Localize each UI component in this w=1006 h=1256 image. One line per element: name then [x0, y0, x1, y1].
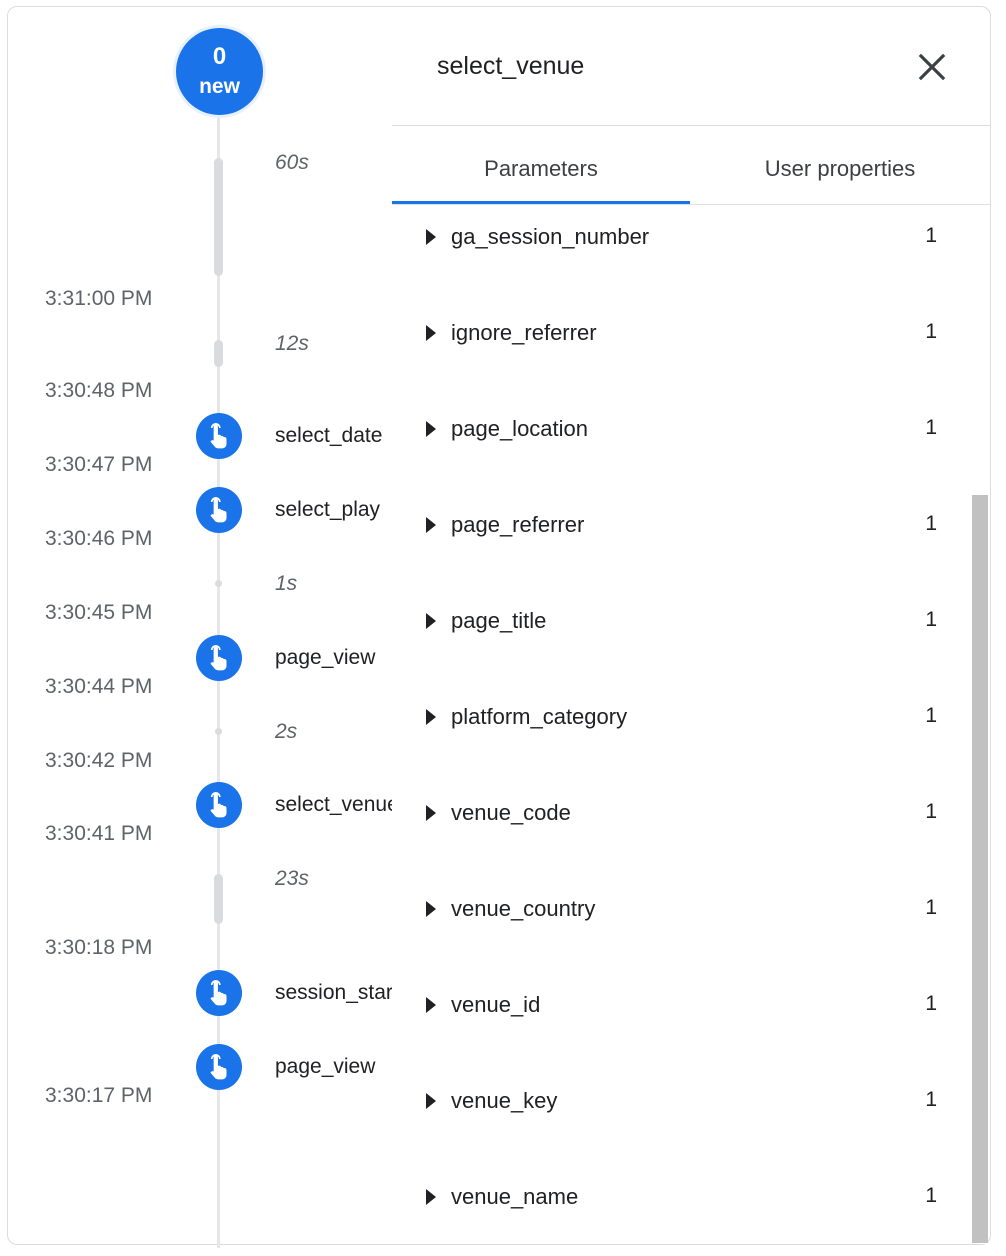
tabs-divider	[392, 204, 990, 205]
gap-duration: 12s	[275, 332, 309, 355]
new-events-indicator[interactable]: 0 new	[176, 28, 263, 115]
expand-arrow-icon[interactable]	[426, 421, 436, 437]
expand-arrow-icon[interactable]	[426, 1093, 436, 1109]
timestamp: 3:30:46 PM	[45, 527, 153, 550]
parameter-name: venue_id	[451, 992, 541, 1017]
timestamp: 3:30:17 PM	[45, 1084, 153, 1107]
parameter-name: venue_code	[451, 800, 571, 825]
parameter-row[interactable]: ga_session_number 1	[392, 219, 967, 259]
event-timeline[interactable]: 0 new 3:31:00 PM 3:30:48 PM 3:30:47 PM 3…	[0, 0, 392, 1256]
parameter-name: page_location	[451, 416, 589, 441]
parameter-row[interactable]: page_location 1	[392, 411, 967, 451]
timeline-gap-dot	[215, 728, 222, 735]
expand-arrow-icon[interactable]	[426, 613, 436, 629]
close-icon[interactable]	[913, 48, 951, 86]
parameter-row[interactable]: platform_category 1	[392, 699, 967, 739]
timeline-gap-bar	[214, 874, 223, 924]
gap-duration: 60s	[275, 151, 309, 174]
parameter-name: page_title	[451, 608, 547, 633]
expand-arrow-icon[interactable]	[426, 325, 436, 341]
parameter-name: venue_key	[451, 1088, 558, 1113]
scrollbar-thumb[interactable]	[972, 495, 988, 1243]
parameter-count: 1	[925, 416, 937, 439]
touch-app-icon[interactable]	[196, 782, 242, 828]
tab-user-properties[interactable]: User properties	[690, 156, 990, 182]
touch-app-icon[interactable]	[196, 413, 242, 459]
parameter-count: 1	[925, 608, 937, 631]
parameter-count: 1	[925, 512, 937, 535]
touch-app-icon[interactable]	[196, 635, 242, 681]
parameter-count: 1	[925, 1184, 937, 1207]
event-name[interactable]: session_start	[275, 981, 392, 1005]
event-name[interactable]: page_view	[275, 1055, 392, 1079]
parameter-count: 1	[925, 992, 937, 1015]
event-name[interactable]: select_play	[275, 498, 392, 522]
timestamp: 3:30:48 PM	[45, 379, 153, 402]
expand-arrow-icon[interactable]	[426, 1189, 436, 1205]
expand-arrow-icon[interactable]	[426, 805, 436, 821]
expand-arrow-icon[interactable]	[426, 517, 436, 533]
parameter-count: 1	[925, 704, 937, 727]
parameter-row[interactable]: venue_key 1	[392, 1083, 967, 1123]
touch-app-icon[interactable]	[196, 970, 242, 1016]
expand-arrow-icon[interactable]	[426, 709, 436, 725]
parameter-name: venue_country	[451, 896, 596, 921]
parameter-row[interactable]: venue_country 1	[392, 891, 967, 931]
parameter-count: 1	[925, 896, 937, 919]
expand-arrow-icon[interactable]	[426, 229, 436, 245]
header-divider	[392, 125, 990, 126]
timeline-gap-dot	[215, 580, 222, 587]
timeline-gap-bar	[214, 158, 223, 276]
parameter-row[interactable]: venue_code 1	[392, 795, 967, 835]
event-name[interactable]: select_date	[275, 424, 392, 448]
parameter-row[interactable]: ignore_referrer 1	[392, 315, 967, 355]
panel-title: select_venue	[437, 52, 585, 80]
expand-arrow-icon[interactable]	[426, 997, 436, 1013]
timeline-gap-bar	[214, 340, 223, 367]
event-name[interactable]: page_view	[275, 646, 392, 670]
timestamp: 3:30:42 PM	[45, 749, 153, 772]
tab-parameters[interactable]: Parameters	[392, 156, 690, 182]
parameter-name: venue_name	[451, 1184, 579, 1209]
touch-app-icon[interactable]	[196, 1044, 242, 1090]
timestamp: 3:30:45 PM	[45, 601, 153, 624]
timestamp: 3:30:41 PM	[45, 822, 153, 845]
parameter-name: page_referrer	[451, 512, 585, 537]
gap-duration: 23s	[275, 867, 309, 890]
timestamp: 3:30:18 PM	[45, 936, 153, 959]
timestamp: 3:31:00 PM	[45, 287, 153, 310]
new-events-count: 0	[212, 43, 227, 70]
parameter-row[interactable]: page_referrer 1	[392, 507, 967, 547]
parameter-count: 1	[925, 224, 937, 247]
parameter-count: 1	[925, 320, 937, 343]
new-events-label: new	[199, 75, 240, 98]
gap-duration: 2s	[275, 720, 298, 743]
gap-duration: 1s	[275, 572, 298, 595]
timestamp: 3:30:44 PM	[45, 675, 153, 698]
parameter-name: platform_category	[451, 704, 628, 729]
event-name[interactable]: select_venue	[275, 793, 392, 817]
expand-arrow-icon[interactable]	[426, 901, 436, 917]
parameter-count: 1	[925, 1088, 937, 1111]
timestamp: 3:30:47 PM	[45, 453, 153, 476]
parameter-row[interactable]: venue_name 1	[392, 1179, 967, 1219]
parameter-row[interactable]: page_title 1	[392, 603, 967, 643]
parameter-count: 1	[925, 800, 937, 823]
parameter-name: ignore_referrer	[451, 320, 597, 345]
parameter-name: ga_session_number	[451, 224, 650, 249]
parameter-row[interactable]: venue_id 1	[392, 987, 967, 1027]
touch-app-icon[interactable]	[196, 487, 242, 533]
